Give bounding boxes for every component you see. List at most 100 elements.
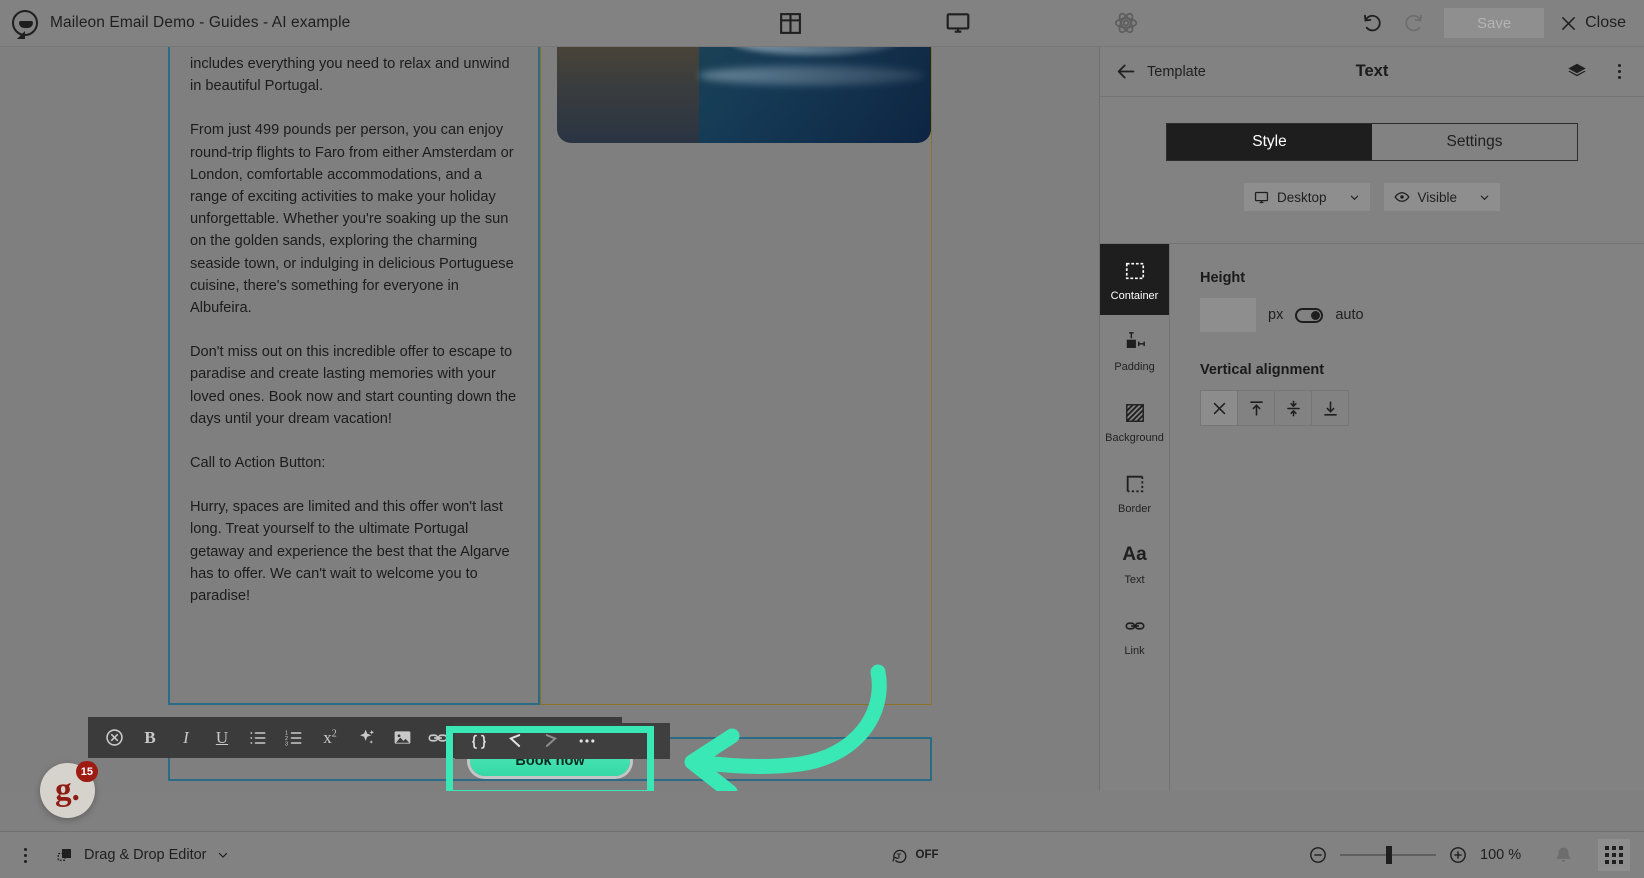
panel-header-actions (1560, 55, 1628, 89)
panel-tabs-row: Style Settings (1100, 97, 1644, 161)
device-select-value: Desktop (1276, 189, 1327, 205)
redo-edit-icon[interactable] (533, 723, 569, 759)
tab-style[interactable]: Style (1167, 124, 1372, 160)
zoom-slider-thumb[interactable] (1386, 846, 1392, 864)
email-paragraph: Don't miss out on this incredible offer … (190, 344, 517, 427)
valign-top-button[interactable] (1237, 390, 1275, 426)
text-rotate-toggle[interactable]: T OFF (890, 846, 939, 865)
kebab-menu-icon[interactable] (1610, 64, 1628, 79)
visibility-select-value: Visible (1417, 189, 1458, 205)
side-tab-label: Padding (1114, 360, 1155, 373)
top-toolbar-right: Save Close (1356, 6, 1644, 40)
height-label: Height (1200, 270, 1246, 286)
notification-bell-icon[interactable] (1546, 838, 1580, 872)
bullet-list-icon[interactable] (240, 720, 276, 756)
valign-none-button[interactable] (1200, 390, 1238, 426)
bottom-toolbar-left: Drag & Drop Editor (0, 846, 520, 864)
zoom-slider[interactable] (1340, 846, 1436, 864)
align-bottom-icon (1323, 400, 1337, 416)
valign-middle-button[interactable] (1274, 390, 1312, 426)
numbered-list-icon[interactable]: 1 2 3 (276, 720, 312, 756)
chevron-down-icon (1480, 195, 1489, 200)
ai-sparkle-icon[interactable] (348, 720, 384, 756)
visibility-select[interactable]: Visible (1383, 183, 1501, 211)
properties-panel: Template Text Style Settings Desktop Vis… (1099, 47, 1644, 791)
document-title: Maileon Email Demo - Guides - AI example (50, 14, 351, 31)
layers-icon[interactable] (1560, 55, 1594, 89)
height-input[interactable] (1200, 298, 1256, 332)
height-auto-toggle[interactable] (1295, 307, 1324, 323)
bottom-toolbar: Drag & Drop Editor T OFF 100 % (0, 831, 1644, 878)
italic-icon[interactable]: I (168, 720, 204, 756)
guide-assistant-badge[interactable]: g. 15 (40, 761, 98, 818)
email-text-block[interactable]: includes everything you need to relax an… (168, 47, 540, 705)
top-toolbar-left: Maileon Email Demo - Guides - AI example (0, 10, 560, 36)
layout-blocks-icon[interactable] (775, 8, 805, 38)
side-tab-link[interactable]: Link (1100, 599, 1169, 670)
side-tab-container[interactable]: Container (1100, 244, 1169, 315)
valign-bottom-button[interactable] (1311, 390, 1349, 426)
save-button[interactable]: Save (1444, 8, 1545, 38)
redo-icon[interactable] (1396, 6, 1430, 40)
close-icon (1562, 16, 1576, 30)
side-tab-padding[interactable]: Padding (1100, 315, 1169, 386)
guide-badge-count: 15 (75, 761, 98, 782)
eye-icon (1393, 192, 1410, 202)
underline-icon[interactable]: U (204, 720, 240, 756)
side-tab-label: Background (1105, 431, 1164, 444)
clear-formatting-icon[interactable] (96, 720, 132, 756)
side-tab-label: Link (1124, 644, 1145, 657)
padding-icon (1123, 329, 1147, 355)
side-tab-label: Border (1117, 502, 1152, 515)
bottom-toolbar-right: 100 % (1308, 838, 1644, 872)
insert-image-icon[interactable] (384, 720, 420, 756)
panel-properties: Height px auto Vertical alignment (1170, 244, 1644, 791)
rich-text-toolbar-overflow[interactable] (455, 723, 670, 759)
panel-back-button[interactable]: Template (1116, 61, 1206, 82)
insert-link-icon[interactable] (420, 720, 456, 756)
side-tab-text[interactable]: Aa Text (1100, 528, 1169, 599)
height-row: px auto (1200, 298, 1644, 332)
atom-settings-icon[interactable] (1111, 8, 1141, 38)
undo-icon[interactable] (1356, 6, 1390, 40)
side-tab-background[interactable]: Background (1100, 386, 1169, 457)
tab-settings[interactable]: Settings (1372, 124, 1577, 160)
desktop-preview-icon[interactable] (943, 8, 973, 38)
editor-mode-select[interactable]: Drag & Drop Editor (56, 846, 229, 864)
kebab-menu-icon[interactable] (16, 847, 34, 863)
email-paragraph: From just 499 pounds per person, you can… (190, 122, 514, 317)
side-tab-label: Text (1124, 573, 1145, 586)
email-paragraph: Hurry, spaces are limited and this offer… (190, 499, 510, 605)
guide-badge-logo: g. (55, 772, 80, 808)
side-tab-border[interactable]: Border (1100, 457, 1169, 528)
svg-text:T: T (896, 851, 901, 860)
bold-icon[interactable]: B (132, 720, 168, 756)
beach-photo[interactable] (557, 47, 931, 143)
panel-selects-row: Desktop Visible (1100, 161, 1644, 211)
device-select[interactable]: Desktop (1243, 183, 1370, 211)
panel-tabs: Style Settings (1166, 123, 1578, 161)
vertical-alignment-label: Vertical alignment (1200, 362, 1325, 378)
editor-mode-label: Drag & Drop Editor (84, 847, 207, 863)
email-canvas[interactable]: includes everything you need to relax an… (0, 47, 1099, 791)
more-options-icon[interactable] (569, 723, 605, 759)
email-image-block[interactable] (540, 47, 932, 705)
source-code-icon[interactable] (461, 723, 497, 759)
apps-grid-icon[interactable] (1598, 839, 1630, 871)
zoom-in-icon (1450, 847, 1466, 863)
panel-split: Container Padding Background Border Aa T… (1100, 243, 1644, 791)
close-button[interactable]: Close (1560, 14, 1630, 32)
vertical-alignment-group (1200, 390, 1644, 426)
top-toolbar-center (560, 8, 1356, 38)
superscript-icon[interactable]: x2 (312, 720, 348, 756)
text-rotate-toggle-label: OFF (915, 849, 939, 861)
email-copy[interactable]: includes everything you need to relax an… (190, 47, 518, 607)
undo-edit-icon[interactable] (497, 723, 533, 759)
panel-header: Template Text (1100, 47, 1644, 97)
chevron-down-icon (218, 852, 227, 858)
text-rotate-icon: T (891, 849, 906, 863)
close-button-label: Close (1585, 14, 1626, 31)
align-top-icon (1249, 400, 1263, 416)
height-unit: px (1268, 307, 1284, 323)
bottom-toolbar-center: T OFF (520, 846, 1308, 865)
